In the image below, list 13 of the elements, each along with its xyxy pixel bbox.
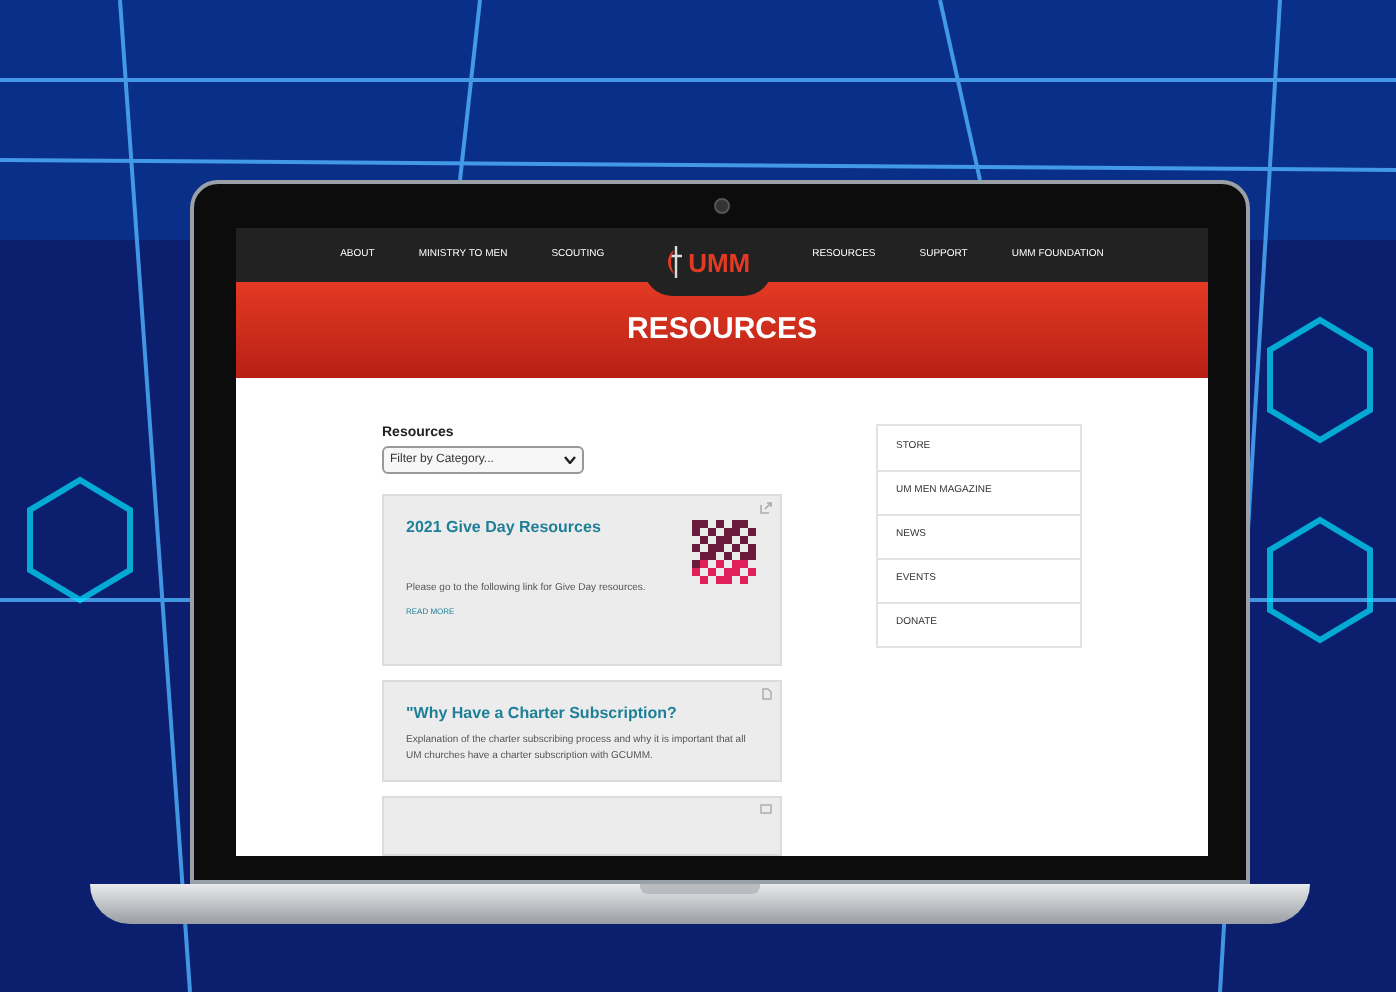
resource-card[interactable]: [382, 796, 782, 856]
video-icon: [760, 804, 772, 814]
page-title: RESOURCES: [626, 309, 818, 349]
webcam-icon: [714, 198, 730, 214]
document-icon: [762, 688, 772, 700]
card-title[interactable]: "Why Have a Charter Subscription?: [406, 702, 686, 726]
card-title[interactable]: 2021 Give Day Resources: [406, 516, 686, 540]
external-link-icon[interactable]: [760, 502, 772, 514]
cross-flame-icon: [666, 246, 685, 278]
qr-code-icon: [692, 520, 756, 584]
laptop-notch: [640, 884, 760, 894]
logo-text: UMM: [688, 249, 751, 275]
chevron-down-icon: [564, 456, 576, 464]
